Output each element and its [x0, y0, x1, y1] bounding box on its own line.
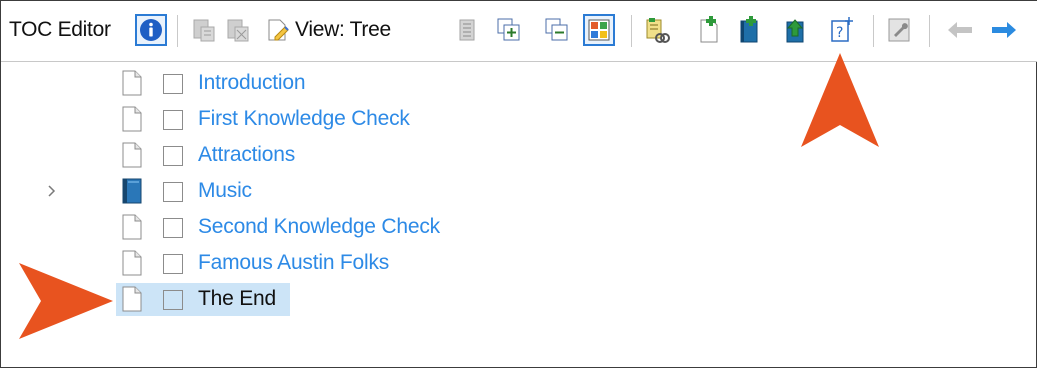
info-icon — [140, 19, 162, 41]
page-icon — [122, 250, 142, 276]
new-book-button[interactable] — [735, 15, 763, 45]
svg-text:?: ? — [836, 25, 843, 41]
toolbar-separator — [631, 15, 632, 47]
tree-item-label: Famous Austin Folks — [198, 251, 390, 274]
tree-item-second-knowledge-check[interactable]: Second Knowledge Check — [1, 209, 1001, 245]
book-icon — [122, 178, 142, 204]
toc-editor-window: TOC Editor View: Tree ? Introduction Fir… — [0, 0, 1037, 368]
collapse-all-button[interactable] — [543, 15, 571, 45]
view-tree-dropdown[interactable]: View: Tree — [265, 15, 437, 45]
page-icon — [122, 142, 142, 168]
back-button[interactable] — [943, 15, 977, 45]
tree-item-famous-austin-folks[interactable]: Famous Austin Folks — [1, 245, 1001, 281]
unbind-icon — [227, 19, 249, 42]
text-align-icon — [459, 19, 475, 41]
expand-all-button[interactable] — [495, 15, 523, 45]
tree-item-checkbox[interactable] — [163, 74, 183, 94]
forward-button[interactable] — [987, 15, 1021, 45]
toolbar-title: TOC Editor — [9, 18, 111, 41]
question-add-icon: ? — [831, 17, 853, 42]
view-tree-label: View: Tree — [295, 18, 391, 41]
page-icon — [122, 286, 142, 312]
toolbar-separator — [177, 15, 178, 47]
grid-colors-button[interactable] — [583, 14, 615, 46]
link-chain-button[interactable] — [641, 15, 673, 45]
tree-item-label: Introduction — [198, 71, 306, 94]
unbind-button[interactable] — [223, 15, 253, 45]
new-page-button[interactable] — [695, 15, 723, 45]
new-book-up-button[interactable] — [781, 15, 809, 45]
view-tree-icon — [268, 19, 289, 41]
page-icon — [122, 70, 142, 96]
bind-icon — [193, 19, 215, 42]
expand-all-icon — [497, 18, 520, 41]
text-align-button[interactable] — [453, 15, 481, 45]
tree-item-music[interactable]: Music — [1, 173, 1001, 209]
tree-item-label: First Knowledge Check — [198, 107, 410, 130]
tree-item-checkbox[interactable] — [163, 290, 183, 310]
properties-button[interactable] — [885, 15, 913, 45]
link-chain-icon — [646, 18, 670, 43]
forward-arrow-icon — [992, 22, 1016, 38]
grid-colors-icon — [588, 19, 610, 41]
callout-arrow-right-icon — [19, 263, 113, 339]
question-add-button[interactable]: ? — [827, 15, 855, 45]
properties-wrench-icon — [888, 18, 910, 42]
new-book-up-icon — [786, 19, 804, 43]
tree-item-the-end[interactable]: The End — [1, 281, 1001, 317]
back-arrow-icon — [948, 22, 972, 38]
chevron-right-icon[interactable] — [45, 181, 59, 201]
callout-arrow-up-icon — [801, 53, 879, 147]
tree-item-checkbox[interactable] — [163, 254, 183, 274]
bind-button[interactable] — [189, 15, 219, 45]
tree-item-checkbox[interactable] — [163, 110, 183, 130]
tree-item-label: The End — [198, 287, 276, 310]
page-icon — [122, 106, 142, 132]
tree-item-checkbox[interactable] — [163, 182, 183, 202]
tree-item-checkbox[interactable] — [163, 218, 183, 238]
info-button[interactable] — [135, 14, 167, 46]
tree-item-label: Music — [198, 179, 252, 202]
new-page-icon — [700, 16, 718, 43]
tree-item-label: Attractions — [198, 143, 296, 166]
new-book-icon — [740, 16, 758, 43]
toolbar-separator — [873, 15, 874, 47]
tree-item-label: Second Knowledge Check — [198, 215, 440, 238]
toolbar-separator — [929, 15, 930, 47]
page-icon — [122, 214, 142, 240]
collapse-all-icon — [545, 18, 568, 41]
tree-item-checkbox[interactable] — [163, 146, 183, 166]
